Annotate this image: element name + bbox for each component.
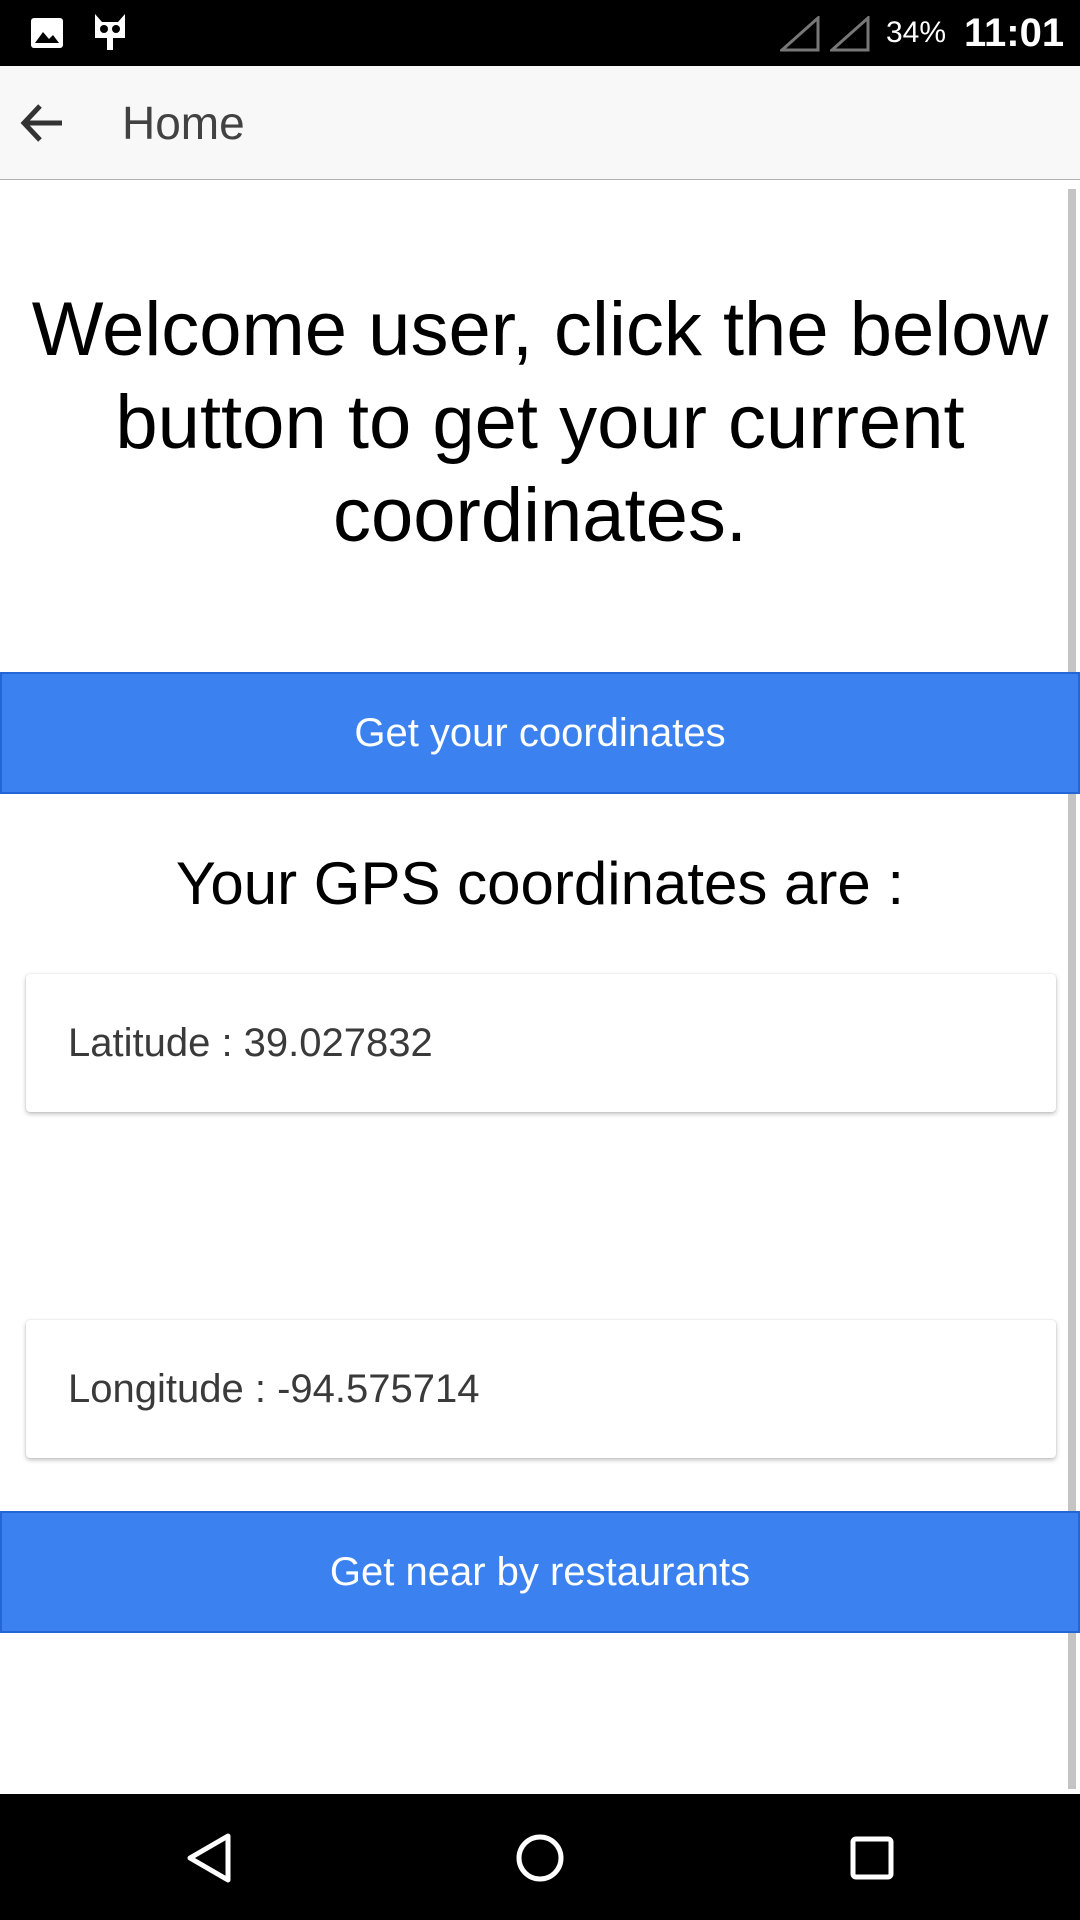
clock: 11:01 bbox=[964, 11, 1065, 55]
welcome-text: Welcome user, click the below button to … bbox=[31, 287, 1049, 558]
nav-back-icon[interactable] bbox=[180, 1828, 240, 1888]
navigation-bar bbox=[0, 1794, 1080, 1920]
longitude-card: Longitude : -94.575714 bbox=[26, 1320, 1056, 1458]
arrow-left-icon[interactable] bbox=[18, 98, 68, 148]
battery-level: 34% bbox=[886, 16, 947, 49]
latitude-value: Latitude : 39.027832 bbox=[68, 1021, 433, 1065]
longitude-value: Longitude : -94.575714 bbox=[68, 1367, 480, 1411]
nav-recents-icon[interactable] bbox=[842, 1828, 902, 1888]
signal-icon bbox=[830, 16, 870, 52]
get-restaurants-button[interactable]: Get near by restaurants bbox=[0, 1511, 1080, 1633]
nav-home-icon[interactable] bbox=[510, 1828, 570, 1888]
main-content: Welcome user, click the below button to … bbox=[0, 181, 1080, 1794]
page-title: Home bbox=[122, 97, 245, 149]
gallery-icon bbox=[31, 18, 63, 48]
latitude-card: Latitude : 39.027832 bbox=[26, 974, 1056, 1112]
signal-icon bbox=[780, 16, 820, 52]
gps-heading: Your GPS coordinates are : bbox=[175, 850, 905, 917]
cat-icon bbox=[95, 14, 125, 50]
status-bar: 34% 11:01 bbox=[0, 0, 1080, 66]
get-coordinates-button[interactable]: Get your coordinates bbox=[0, 672, 1080, 794]
app-bar: Home bbox=[0, 66, 1080, 180]
